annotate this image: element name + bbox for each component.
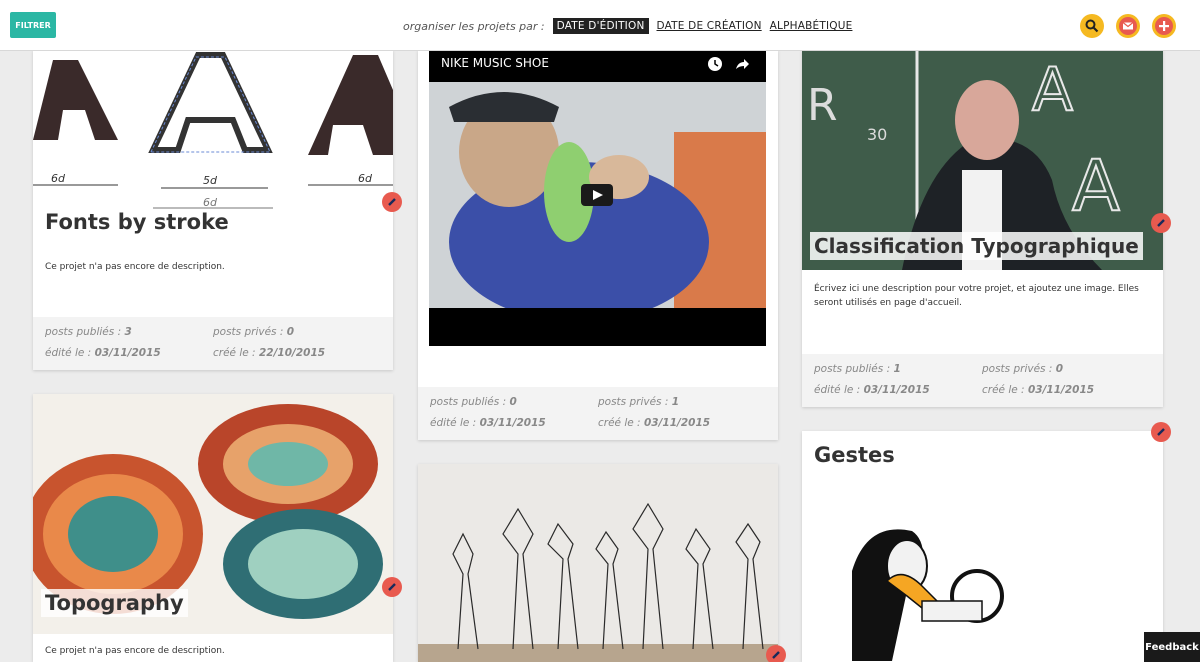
svg-text:6d: 6d bbox=[203, 196, 218, 209]
posts-private-count: 0 bbox=[286, 326, 295, 338]
posts-private-label: posts privés : bbox=[598, 396, 669, 408]
edit-project-button[interactable] bbox=[382, 192, 402, 212]
posts-published-label: posts publiés : bbox=[430, 396, 507, 408]
project-title[interactable]: Classification Typographique bbox=[810, 232, 1143, 260]
svg-text:6d: 6d bbox=[51, 172, 66, 185]
pencil-icon bbox=[388, 198, 396, 206]
video-player[interactable]: NIKE MUSIC SHOE bbox=[429, 50, 766, 346]
share-icon[interactable] bbox=[734, 56, 750, 72]
posts-published-label: posts publiés : bbox=[45, 326, 122, 338]
project-title[interactable]: Gestes bbox=[814, 443, 895, 467]
edited-label: édité le : bbox=[814, 384, 861, 396]
sort-by-creation-date[interactable]: DATE DE CRÉATION bbox=[657, 20, 762, 32]
edit-project-button[interactable] bbox=[1151, 213, 1171, 233]
posts-private-count: 1 bbox=[671, 396, 680, 408]
feedback-button[interactable]: Feedback bbox=[1144, 632, 1200, 662]
created-label: créé le : bbox=[213, 347, 256, 359]
posts-private-label: posts privés : bbox=[982, 363, 1053, 375]
edited-label: édité le : bbox=[430, 417, 477, 429]
project-meta: posts publiés : 3 posts privés : 0 édité… bbox=[33, 317, 393, 370]
top-bar: FILTRER organiser les projets par : DATE… bbox=[0, 0, 1200, 51]
project-title[interactable]: Topography bbox=[41, 589, 188, 617]
sort-by-edit-date[interactable]: DATE D'ÉDITION bbox=[552, 18, 649, 34]
mail-button[interactable] bbox=[1116, 14, 1140, 38]
svg-text:A: A bbox=[1072, 145, 1120, 227]
edit-project-button[interactable] bbox=[382, 577, 402, 597]
created-label: créé le : bbox=[982, 384, 1025, 396]
project-thumbnail bbox=[418, 464, 778, 662]
created-date: 03/11/2015 bbox=[643, 417, 711, 429]
project-meta: posts publiés : 1 posts privés : 0 édité… bbox=[802, 354, 1163, 407]
edit-project-button[interactable] bbox=[766, 645, 786, 662]
project-description: Écrivez ici une description pour votre p… bbox=[814, 284, 1139, 308]
project-description: Ce projet n'a pas encore de description. bbox=[45, 262, 225, 272]
filter-button[interactable]: FILTRER bbox=[10, 12, 56, 38]
plus-icon bbox=[1155, 17, 1173, 35]
mail-icon bbox=[1119, 17, 1137, 35]
posts-published-label: posts publiés : bbox=[814, 363, 891, 375]
project-description: Ce projet n'a pas encore de description. bbox=[45, 646, 225, 656]
add-project-button[interactable] bbox=[1152, 14, 1176, 38]
pencil-icon bbox=[1157, 219, 1165, 227]
svg-text:A: A bbox=[1032, 55, 1073, 125]
posts-private-count: 0 bbox=[1055, 363, 1064, 375]
created-label: créé le : bbox=[598, 417, 641, 429]
project-card[interactable]: NIKE MUSIC SHOE posts publiés : 0 posts … bbox=[418, 50, 778, 440]
project-card[interactable]: Topography Ce projet n'a pas encore de d… bbox=[33, 394, 393, 662]
edited-label: édité le : bbox=[45, 347, 92, 359]
sort-label: organiser les projets par : bbox=[403, 19, 545, 33]
edited-date: 03/11/2015 bbox=[863, 384, 930, 396]
created-date: 03/11/2015 bbox=[1027, 384, 1095, 396]
svg-text:30: 30 bbox=[867, 125, 887, 144]
sort-controls: organiser les projets par : DATE D'ÉDITI… bbox=[403, 17, 852, 35]
posts-published-count: 3 bbox=[124, 326, 132, 338]
pencil-icon bbox=[772, 651, 780, 659]
video-title: NIKE MUSIC SHOE bbox=[441, 56, 549, 70]
sort-alphabetical[interactable]: ALPHABÉTIQUE bbox=[770, 20, 853, 32]
project-title[interactable]: Fonts by stroke bbox=[45, 210, 229, 234]
project-card[interactable] bbox=[418, 464, 778, 662]
created-date: 22/10/2015 bbox=[258, 347, 326, 359]
search-button[interactable] bbox=[1080, 14, 1104, 38]
pencil-icon bbox=[1157, 428, 1165, 436]
pencil-icon bbox=[388, 583, 396, 591]
edited-date: 03/11/2015 bbox=[479, 417, 546, 429]
search-icon bbox=[1085, 19, 1099, 33]
svg-text:6d: 6d bbox=[358, 172, 373, 185]
edit-project-button[interactable] bbox=[1151, 422, 1171, 442]
play-icon[interactable] bbox=[581, 184, 613, 206]
svg-text:5d: 5d bbox=[203, 174, 218, 187]
clock-icon[interactable] bbox=[707, 56, 723, 72]
posts-private-label: posts privés : bbox=[213, 326, 284, 338]
posts-published-count: 1 bbox=[893, 363, 901, 375]
edited-date: 03/11/2015 bbox=[94, 347, 161, 359]
project-card[interactable]: Gestes bbox=[802, 431, 1163, 662]
project-card[interactable]: R 30 A A Classification Typographique Éc… bbox=[802, 50, 1163, 407]
project-meta: posts publiés : 0 posts privés : 1 édité… bbox=[418, 387, 778, 440]
svg-text:R: R bbox=[807, 80, 838, 131]
posts-published-count: 0 bbox=[509, 396, 517, 408]
project-card[interactable]: 6d 5d 6d 6d Fonts by stroke Ce projet n'… bbox=[33, 50, 393, 370]
project-thumbnail: 6d 5d 6d 6d bbox=[33, 50, 393, 218]
project-thumbnail bbox=[822, 511, 1022, 661]
